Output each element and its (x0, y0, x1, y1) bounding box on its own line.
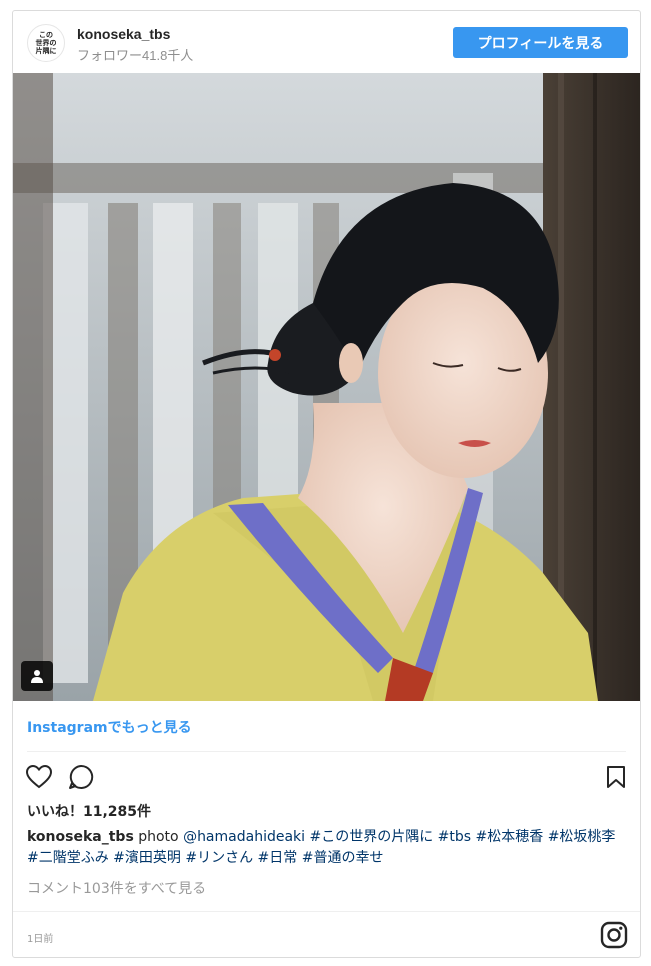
caption-text: photo (133, 829, 184, 845)
post-timestamp[interactable]: 1日前 (27, 930, 53, 945)
divider (13, 911, 640, 912)
photo-illustration (13, 73, 640, 701)
post-caption: konoseka_tbs photo @hamadahideaki #この世界の… (27, 827, 631, 869)
view-profile-button[interactable]: プロフィールを見る (453, 27, 628, 58)
bookmark-icon[interactable] (602, 763, 630, 791)
view-more-on-instagram-link[interactable]: Instagramでもっと見る (27, 717, 192, 737)
comment-icon[interactable] (67, 763, 95, 791)
post-header: この 世界の 片隅に konoseka_tbs フォロワー41.8千人 プロフィ… (13, 11, 640, 73)
heart-icon[interactable] (25, 763, 53, 791)
follower-count: フォロワー41.8千人 (77, 48, 194, 63)
instagram-embed-card: この 世界の 片隅に konoseka_tbs フォロワー41.8千人 プロフィ… (12, 10, 641, 958)
account-avatar[interactable]: この 世界の 片隅に (27, 24, 65, 62)
caption-username[interactable]: konoseka_tbs (27, 829, 134, 845)
like-count[interactable]: いいね！11,285件 (27, 801, 151, 821)
view-all-comments-link[interactable]: コメント103件をすべて見る (27, 878, 206, 898)
account-username[interactable]: konoseka_tbs (77, 26, 170, 42)
divider (27, 751, 626, 752)
instagram-icon[interactable] (600, 921, 628, 949)
post-photo[interactable] (13, 73, 640, 701)
user-tag-icon[interactable] (21, 661, 53, 691)
